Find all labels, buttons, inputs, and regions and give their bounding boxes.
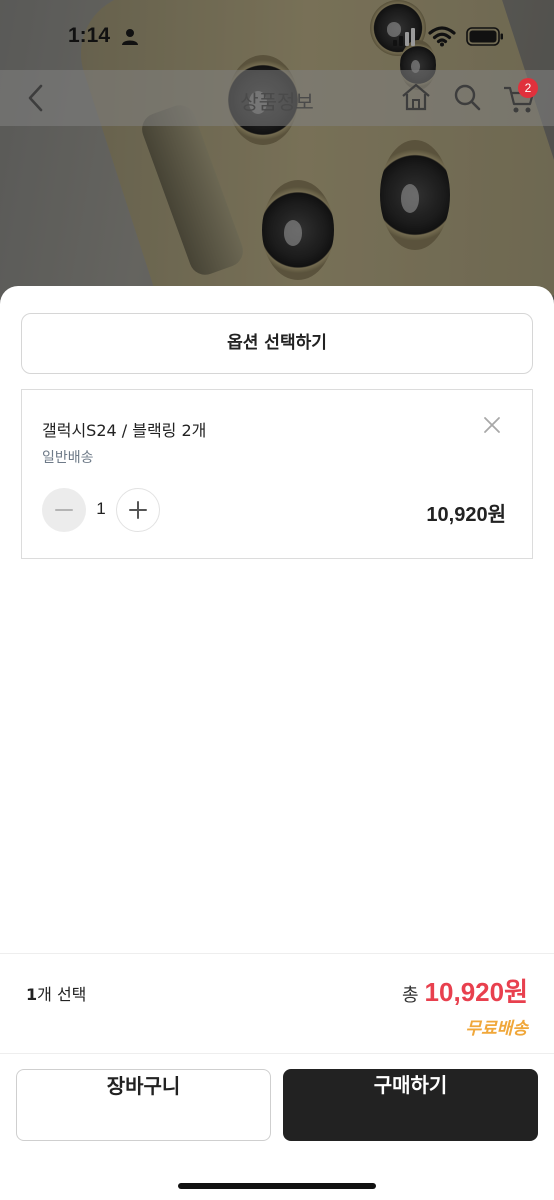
option-name: 갤럭시S24 / 블랙링 2개 <box>42 421 207 440</box>
buy-now-button[interactable]: 구매하기 <box>283 1069 538 1141</box>
quantity-value: 1 <box>96 499 106 518</box>
increase-quantity-button[interactable] <box>116 488 160 532</box>
search-icon[interactable] <box>453 83 481 111</box>
status-time: 1:14 <box>68 24 111 47</box>
battery-icon <box>466 27 503 46</box>
selected-count-suffix: 개 선택 <box>37 985 87 1004</box>
total-amount: 10,920원 <box>424 977 528 1007</box>
home-icon[interactable] <box>400 82 432 112</box>
option-select-button[interactable]: 옵션 선택하기 <box>21 313 533 374</box>
total-price: 총 10,920원 <box>402 972 528 1009</box>
minus-icon <box>55 509 73 511</box>
home-indicator[interactable] <box>178 1183 376 1189</box>
status-bar: 1:14 <box>0 0 554 70</box>
signal-icon <box>393 28 415 46</box>
decrease-quantity-button[interactable] <box>42 488 86 532</box>
top-navigation-bar: 상품정보 <box>0 70 554 126</box>
wifi-icon <box>428 26 456 47</box>
plus-icon <box>129 501 147 519</box>
order-summary: 1개 선택 총 10,920원 무료배송 <box>0 953 554 1053</box>
add-to-cart-button[interactable]: 장바구니 <box>16 1069 271 1141</box>
selected-count-number: 1 <box>26 985 38 1004</box>
shipping-type: 일반배송 <box>42 450 94 466</box>
close-icon[interactable] <box>482 415 502 435</box>
divider <box>0 1053 554 1054</box>
person-icon <box>122 29 138 45</box>
cart-count-badge: 2 <box>518 78 538 98</box>
option-price: 10,920원 <box>426 504 506 526</box>
total-label: 총 <box>401 985 419 1006</box>
selected-count: 1개 선택 <box>26 981 86 1005</box>
free-shipping-label: 무료배송 <box>465 1019 528 1039</box>
selected-option-card: 갤럭시S24 / 블랙링 2개 일반배송 1 10,920원 <box>21 389 533 559</box>
option-bottom-sheet: 옵션 선택하기 갤럭시S24 / 블랙링 2개 일반배송 1 10,920원 1… <box>0 286 554 1200</box>
